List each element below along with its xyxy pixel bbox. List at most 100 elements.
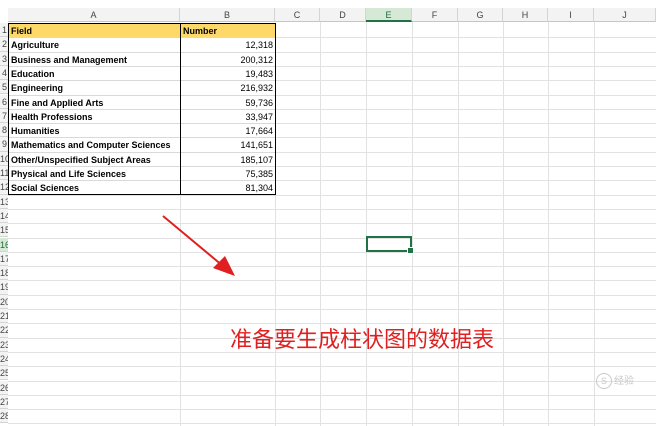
table-cell-field[interactable]: Education bbox=[9, 67, 180, 81]
table-cell-number[interactable]: 141,651 bbox=[181, 138, 275, 152]
table-cell-field[interactable]: Humanities bbox=[9, 124, 180, 138]
row-header[interactable]: 28 bbox=[0, 409, 8, 424]
table-cell-number[interactable]: 200,312 bbox=[181, 53, 275, 67]
gridline bbox=[458, 22, 459, 426]
gridline bbox=[8, 409, 656, 411]
column-header-C[interactable]: C bbox=[275, 8, 320, 22]
table-cell-number[interactable]: 17,664 bbox=[181, 124, 275, 138]
watermark-text: 经验 bbox=[614, 376, 634, 387]
column-header-E[interactable]: E bbox=[366, 8, 412, 22]
table-cell-number[interactable]: 75,385 bbox=[181, 167, 275, 181]
gridline bbox=[8, 423, 656, 425]
row-header[interactable]: 3 bbox=[0, 51, 8, 66]
row-header[interactable]: 1 bbox=[0, 23, 8, 38]
row-header[interactable]: 9 bbox=[0, 137, 8, 152]
row-header[interactable]: 26 bbox=[0, 380, 8, 395]
table-cell-field[interactable]: Fine and Applied Arts bbox=[9, 96, 180, 110]
column-header-D[interactable]: D bbox=[320, 8, 366, 22]
gridline bbox=[320, 22, 321, 426]
row-header[interactable]: 27 bbox=[0, 394, 8, 410]
table-cell-number[interactable]: 185,107 bbox=[181, 153, 275, 167]
header-field[interactable]: Field bbox=[9, 24, 180, 38]
column-header-A[interactable]: A bbox=[8, 8, 180, 22]
column-header-B[interactable]: B bbox=[180, 8, 275, 22]
gridline bbox=[8, 208, 656, 210]
row-header[interactable]: 22 bbox=[0, 323, 8, 338]
row-header[interactable]: 19 bbox=[0, 280, 8, 295]
column-header-G[interactable]: G bbox=[458, 8, 503, 22]
row-header[interactable]: 12 bbox=[0, 180, 8, 195]
row-header[interactable]: 15 bbox=[0, 223, 8, 238]
table-row-divider bbox=[9, 123, 275, 125]
gridline bbox=[8, 380, 656, 382]
table-row-divider bbox=[9, 51, 275, 53]
row-header[interactable]: 2 bbox=[0, 37, 8, 52]
table-cell-number[interactable]: 59,736 bbox=[181, 96, 275, 110]
row-header[interactable]: 8 bbox=[0, 123, 8, 138]
watermark: S 经验 bbox=[596, 372, 634, 389]
row-header[interactable]: 24 bbox=[0, 351, 8, 367]
table-cell-field[interactable]: Social Sciences bbox=[9, 181, 180, 195]
row-header[interactable]: 5 bbox=[0, 80, 8, 95]
annotation-arrow bbox=[162, 215, 235, 276]
table-cell-field[interactable]: Agriculture bbox=[9, 38, 180, 52]
row-header[interactable]: 18 bbox=[0, 266, 8, 281]
table-row-divider bbox=[9, 37, 275, 39]
column-header-J[interactable]: J bbox=[594, 8, 656, 22]
active-cell-E16[interactable] bbox=[366, 236, 414, 254]
gridline bbox=[275, 22, 276, 426]
gridline bbox=[8, 309, 656, 310]
row-header[interactable]: 23 bbox=[0, 337, 8, 352]
watermark-logo-icon: S bbox=[596, 373, 612, 389]
annotation-caption: 准备要生成柱状图的数据表 bbox=[230, 328, 495, 353]
column-header-I[interactable]: I bbox=[548, 8, 594, 22]
gridline bbox=[8, 280, 656, 282]
row-header[interactable]: 7 bbox=[0, 108, 8, 124]
gridline bbox=[412, 22, 413, 426]
gridline bbox=[548, 22, 549, 426]
table-row-divider bbox=[9, 94, 275, 96]
table-cell-field[interactable]: Health Professions bbox=[9, 110, 180, 124]
table-cell-number[interactable]: 33,947 bbox=[181, 110, 275, 124]
row-header[interactable]: 13 bbox=[0, 194, 8, 209]
table-row-divider bbox=[9, 166, 275, 167]
table-cell-field[interactable]: Engineering bbox=[9, 81, 180, 95]
row-header[interactable]: 20 bbox=[0, 294, 8, 309]
gridline bbox=[8, 223, 656, 225]
table-cell-number[interactable]: 216,932 bbox=[181, 81, 275, 95]
table-cell-field[interactable]: Physical and Life Sciences bbox=[9, 167, 180, 181]
table-row-divider bbox=[9, 151, 275, 153]
row-header[interactable]: 25 bbox=[0, 366, 8, 381]
row-header[interactable]: 16 bbox=[0, 237, 8, 252]
table-divider bbox=[180, 23, 181, 195]
gridline bbox=[8, 366, 656, 368]
spreadsheet[interactable]: A B C D E F G H I J 12345678910111213141… bbox=[0, 0, 656, 426]
row-header[interactable]: 14 bbox=[0, 208, 8, 224]
column-header-F[interactable]: F bbox=[412, 8, 458, 22]
gridline bbox=[8, 266, 656, 268]
table-row-divider bbox=[9, 65, 275, 67]
table-cell-number[interactable]: 19,483 bbox=[181, 67, 275, 81]
table-row-divider bbox=[9, 180, 275, 182]
row-header[interactable]: 10 bbox=[0, 151, 8, 166]
gridline bbox=[8, 394, 656, 396]
row-header[interactable]: 21 bbox=[0, 309, 8, 324]
row-header[interactable]: 6 bbox=[0, 94, 8, 109]
gridline bbox=[594, 22, 595, 426]
row-header[interactable]: 11 bbox=[0, 166, 8, 181]
gridline bbox=[8, 237, 656, 239]
row-header[interactable]: 17 bbox=[0, 251, 8, 267]
table-cell-field[interactable]: Other/Unspecified Subject Areas bbox=[9, 153, 180, 167]
table-row-divider bbox=[9, 108, 275, 110]
table-cell-number[interactable]: 12,318 bbox=[181, 38, 275, 52]
table-cell-field[interactable]: Mathematics and Computer Sciences bbox=[9, 138, 180, 152]
table-row-divider bbox=[9, 80, 275, 82]
gridline bbox=[8, 251, 656, 253]
table-cell-field[interactable]: Business and Management bbox=[9, 53, 180, 67]
row-header[interactable]: 4 bbox=[0, 65, 8, 81]
header-number[interactable]: Number bbox=[181, 24, 275, 38]
table-cell-number[interactable]: 81,304 bbox=[181, 181, 275, 195]
column-header-H[interactable]: H bbox=[503, 8, 548, 22]
gridline bbox=[366, 22, 367, 426]
table-row-divider bbox=[9, 137, 275, 139]
